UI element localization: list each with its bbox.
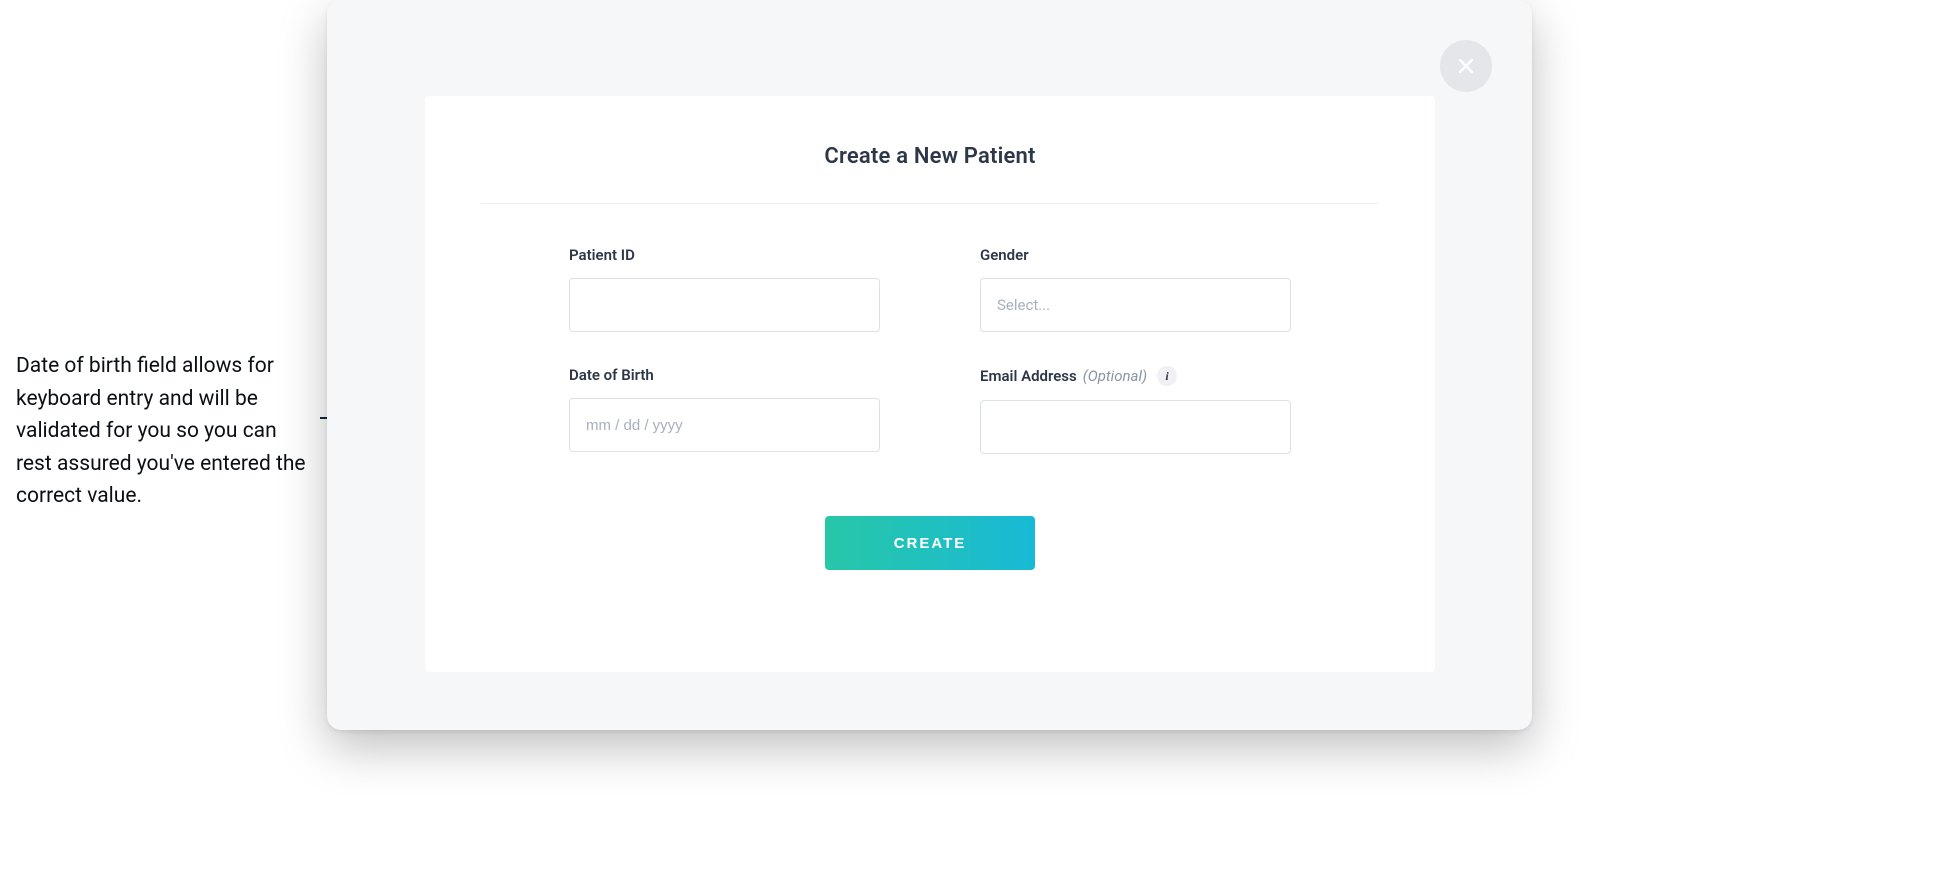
label-dob: Date of Birth bbox=[569, 366, 880, 384]
gender-select[interactable]: Select... bbox=[980, 278, 1291, 332]
create-button[interactable]: CREATE bbox=[825, 516, 1035, 570]
close-icon bbox=[1456, 56, 1476, 76]
label-email-optional: (Optional) bbox=[1083, 367, 1147, 385]
form-actions: CREATE bbox=[481, 516, 1379, 570]
close-button[interactable] bbox=[1440, 40, 1492, 92]
form-title: Create a New Patient bbox=[481, 144, 1379, 169]
modal-window: Create a New Patient Patient ID Gender S… bbox=[327, 0, 1532, 730]
label-patient-id: Patient ID bbox=[569, 246, 880, 264]
field-gender: Gender Select... bbox=[980, 246, 1291, 332]
label-email-text: Email Address bbox=[980, 367, 1077, 385]
email-input[interactable] bbox=[980, 400, 1291, 454]
dob-input[interactable] bbox=[569, 398, 880, 452]
gender-select-placeholder: Select... bbox=[997, 296, 1050, 314]
field-email: Email Address (Optional) i bbox=[980, 366, 1291, 454]
label-gender: Gender bbox=[980, 246, 1291, 264]
annotation-text: Date of birth field allows for keyboard … bbox=[16, 350, 306, 513]
field-dob: Date of Birth bbox=[569, 366, 880, 454]
label-email: Email Address (Optional) i bbox=[980, 366, 1291, 386]
field-patient-id: Patient ID bbox=[569, 246, 880, 332]
info-icon[interactable]: i bbox=[1157, 366, 1177, 386]
form-card: Create a New Patient Patient ID Gender S… bbox=[425, 96, 1435, 672]
form-grid: Patient ID Gender Select... Date of Birt… bbox=[481, 204, 1379, 454]
patient-id-input[interactable] bbox=[569, 278, 880, 332]
